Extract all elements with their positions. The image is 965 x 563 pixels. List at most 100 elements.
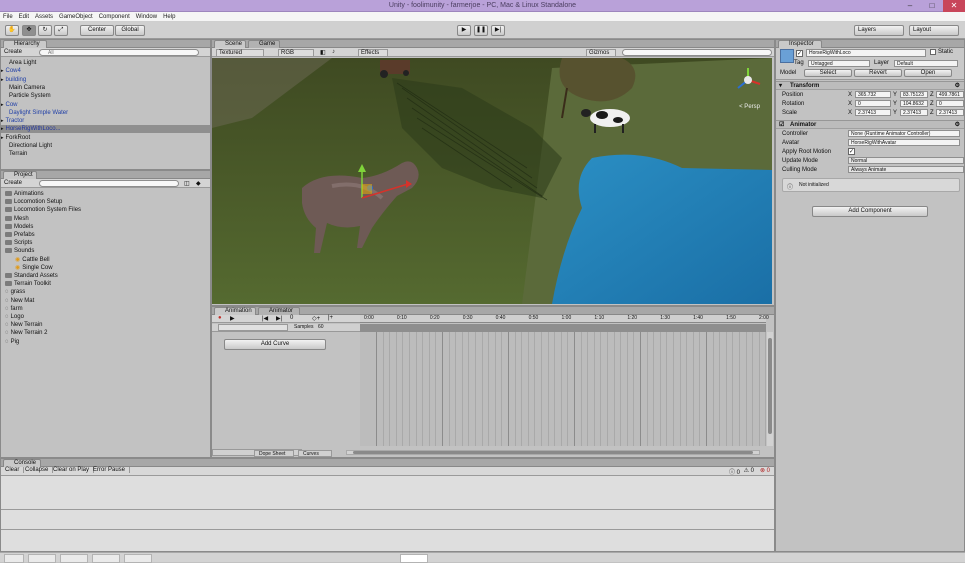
hierarchy-item[interactable]: ▸ HorseRigWithLoco...	[1, 125, 210, 134]
error-count[interactable]: ⊗ 0	[760, 467, 770, 474]
timeline-horizontal-scrollbar[interactable]	[346, 450, 760, 455]
project-item[interactable]: ◉ Cattle Bell	[1, 256, 210, 264]
model-revert-button[interactable]: Revert	[854, 69, 902, 77]
tab-console[interactable]: Console	[3, 459, 41, 467]
scale-x[interactable]: 2.37413	[855, 109, 891, 116]
project-item[interactable]: Standard Assets	[1, 272, 210, 280]
menu-file[interactable]: File	[0, 12, 16, 21]
hand-tool-icon[interactable]: ✋	[5, 25, 19, 36]
next-key-icon[interactable]: ▶|	[276, 315, 282, 322]
menu-help[interactable]: Help	[160, 12, 178, 21]
menu-gameobject[interactable]: GameObject	[56, 12, 96, 21]
step-button[interactable]: ▶|	[491, 25, 505, 36]
scene-search-input[interactable]	[622, 49, 772, 56]
hierarchy-item[interactable]: ▸ Cow4	[1, 67, 210, 75]
project-create-button[interactable]: Create	[4, 180, 22, 186]
menu-component[interactable]: Component	[96, 12, 133, 21]
layer-dropdown[interactable]: Default	[894, 60, 958, 67]
timeline-vertical-scrollbar[interactable]	[767, 332, 773, 446]
gizmos-dropdown[interactable]: Gizmos	[586, 49, 616, 57]
tab-hierarchy[interactable]: Hierarchy	[3, 40, 47, 48]
position-z[interactable]: 499.7861	[936, 91, 964, 98]
position-y[interactable]: 83.75123	[900, 91, 928, 98]
render-mode-dropdown[interactable]: RGB	[278, 49, 314, 57]
project-item[interactable]: Models	[1, 223, 210, 231]
update-mode-dropdown[interactable]: Normal	[848, 157, 964, 164]
hierarchy-item[interactable]: ▸ ForkRoot	[1, 134, 210, 142]
project-item[interactable]: ◌ grass	[1, 288, 210, 296]
project-item[interactable]: ◌ New Mat	[1, 297, 210, 305]
tab-project[interactable]: Project	[3, 171, 37, 179]
audio-toggle-icon[interactable]: ♪	[332, 49, 335, 55]
tag-dropdown[interactable]: Untagged	[808, 60, 870, 67]
collapse-button[interactable]: Collapse	[25, 467, 54, 473]
project-item[interactable]: ◌ New Terrain 2	[1, 329, 210, 337]
clear-on-play-button[interactable]: Clear on Play	[53, 467, 95, 473]
avatar-field[interactable]: HorseRigWithAvatar	[848, 139, 960, 146]
project-item[interactable]: Scripts	[1, 239, 210, 247]
event-line[interactable]	[360, 324, 766, 332]
scale-y[interactable]: 2.37413	[900, 109, 928, 116]
position-x[interactable]: 365.732	[855, 91, 891, 98]
add-event-icon[interactable]: |+	[328, 315, 333, 321]
project-item[interactable]: ◌ Pig	[1, 338, 210, 346]
scene-viewport[interactable]: < Persp	[212, 58, 772, 304]
project-item[interactable]: Sounds	[1, 247, 210, 255]
space-toggle-button[interactable]: Global	[115, 25, 145, 36]
error-pause-button[interactable]: Error Pause	[93, 467, 131, 473]
tab-animation[interactable]: Animation	[214, 307, 256, 315]
add-component-button[interactable]: Add Component	[812, 206, 928, 217]
hierarchy-item[interactable]: Main Camera	[1, 84, 210, 92]
project-item[interactable]: ◉ Single Cow	[1, 264, 210, 272]
curves-tab[interactable]: Curves	[298, 450, 332, 457]
rotation-z[interactable]: 0	[936, 100, 964, 107]
hierarchy-item[interactable]: ▸ building	[1, 76, 210, 84]
anim-play-icon[interactable]: ▶	[230, 315, 235, 322]
hierarchy-item[interactable]: ▸ Tractor	[1, 117, 210, 125]
record-icon[interactable]: ●	[218, 315, 222, 321]
scene-orientation-gizmo[interactable]	[734, 66, 762, 94]
project-item[interactable]: Prefabs	[1, 231, 210, 239]
root-motion-checkbox[interactable]: ✓	[848, 148, 855, 155]
animator-enable-checkbox[interactable]: ☑	[779, 121, 784, 129]
scale-tool-icon[interactable]: ⤢	[54, 25, 68, 36]
hierarchy-search-input[interactable]: All	[39, 49, 199, 56]
project-item[interactable]: Animations	[1, 190, 210, 198]
pivot-toggle-button[interactable]: Center	[80, 25, 114, 36]
model-open-button[interactable]: Open	[904, 69, 952, 77]
rotate-tool-icon[interactable]: ↻	[38, 25, 52, 36]
project-item[interactable]: ◌ New Terrain	[1, 321, 210, 329]
tab-inspector[interactable]: Inspector	[778, 40, 822, 48]
model-select-button[interactable]: Select	[804, 69, 852, 77]
info-count[interactable]: ⓘ 0	[729, 467, 740, 476]
project-item[interactable]: Terrain Toolkit	[1, 280, 210, 288]
menu-assets[interactable]: Assets	[32, 12, 56, 21]
hierarchy-create-button[interactable]: Create	[4, 49, 22, 55]
move-tool-icon[interactable]: ✥	[22, 25, 36, 36]
menu-window[interactable]: Window	[133, 12, 160, 21]
add-curve-button[interactable]: Add Curve	[224, 339, 326, 350]
dope-sheet-tab[interactable]: Dope Sheet	[254, 450, 294, 457]
shading-dropdown[interactable]: Textured	[216, 49, 264, 57]
transform-settings-icon[interactable]: ⚙	[955, 82, 960, 90]
timeline-ruler[interactable]: 0:00 0:10 0:20 0:30 0:40 0:50 1:00 1:10 1:20 1:30…	[360, 315, 769, 323]
static-checkbox[interactable]	[930, 49, 936, 55]
clip-dropdown[interactable]	[218, 324, 288, 331]
menu-edit[interactable]: Edit	[16, 12, 32, 21]
animator-header[interactable]: Animator ☑ ⚙	[776, 120, 964, 129]
close-icon[interactable]: ✕	[943, 0, 965, 12]
layout-dropdown[interactable]: Layout	[909, 25, 959, 36]
perspective-label[interactable]: < Persp	[739, 104, 760, 110]
dopesheet-area[interactable]	[360, 332, 767, 446]
hierarchy-item[interactable]: Daylight Simple Water	[1, 109, 210, 117]
filter-label-icon[interactable]: ◆	[196, 180, 201, 187]
tab-animator[interactable]: Animator	[258, 307, 300, 315]
culling-mode-dropdown[interactable]: Always Animate	[848, 166, 964, 173]
controller-field[interactable]: None (Runtime Animator Controller)	[848, 130, 960, 137]
clear-button[interactable]: Clear	[5, 467, 25, 473]
maximize-icon[interactable]: □	[921, 0, 943, 12]
project-search-input[interactable]	[39, 180, 179, 187]
project-item[interactable]: Mesh	[1, 215, 210, 223]
project-item[interactable]: Locomotion System Files	[1, 206, 210, 214]
hierarchy-item[interactable]: ▸ Cow	[1, 101, 210, 109]
